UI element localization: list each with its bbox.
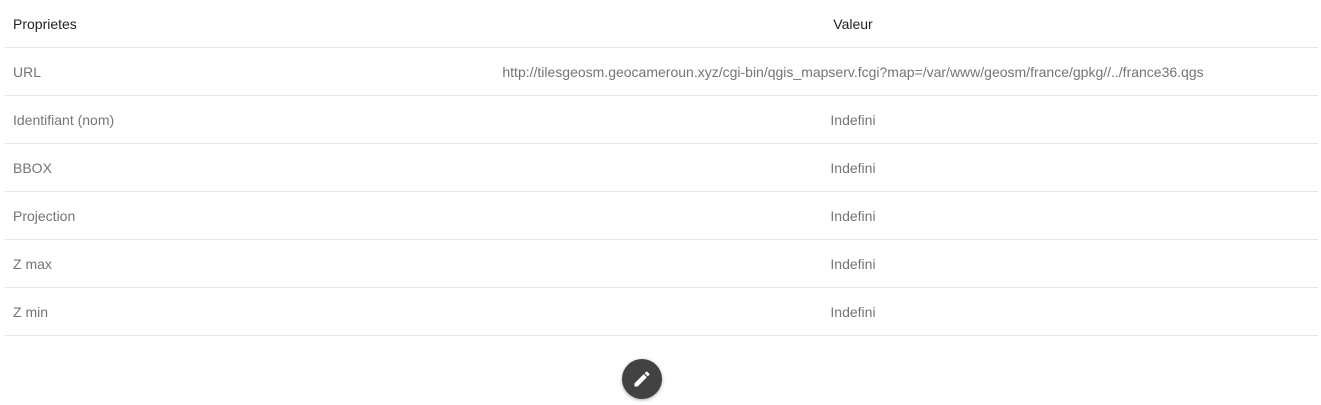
table-row-projection: Projection Indefini <box>5 191 1318 240</box>
table-row-zmax: Z max Indefini <box>5 239 1318 288</box>
property-key: BBOX <box>5 143 388 192</box>
table-row-url: URL http://tilesgeosm.geocameroun.xyz/cg… <box>5 47 1318 96</box>
property-value: http://tilesgeosm.geocameroun.xyz/cgi-bi… <box>388 47 1318 96</box>
property-value: Indefini <box>388 191 1318 240</box>
table-row-bbox: BBOX Indefini <box>5 143 1318 192</box>
property-key: Identifiant (nom) <box>5 95 388 144</box>
pencil-icon <box>632 369 652 389</box>
property-key: Projection <box>5 191 388 240</box>
table-row-identifiant: Identifiant (nom) Indefini <box>5 95 1318 144</box>
table-row-zmin: Z min Indefini <box>5 287 1318 336</box>
property-value: Indefini <box>388 239 1318 288</box>
property-value: Indefini <box>388 143 1318 192</box>
property-key: URL <box>5 47 388 96</box>
header-properties: Proprietes <box>5 0 388 48</box>
property-key: Z min <box>5 287 388 336</box>
table-header-row: Proprietes Valeur <box>5 0 1318 48</box>
property-key: Z max <box>5 239 388 288</box>
properties-table: Proprietes Valeur URL http://tilesgeosm.… <box>5 0 1318 336</box>
header-value: Valeur <box>388 0 1318 48</box>
edit-button[interactable] <box>622 359 662 399</box>
property-value: Indefini <box>388 287 1318 336</box>
property-value: Indefini <box>388 95 1318 144</box>
